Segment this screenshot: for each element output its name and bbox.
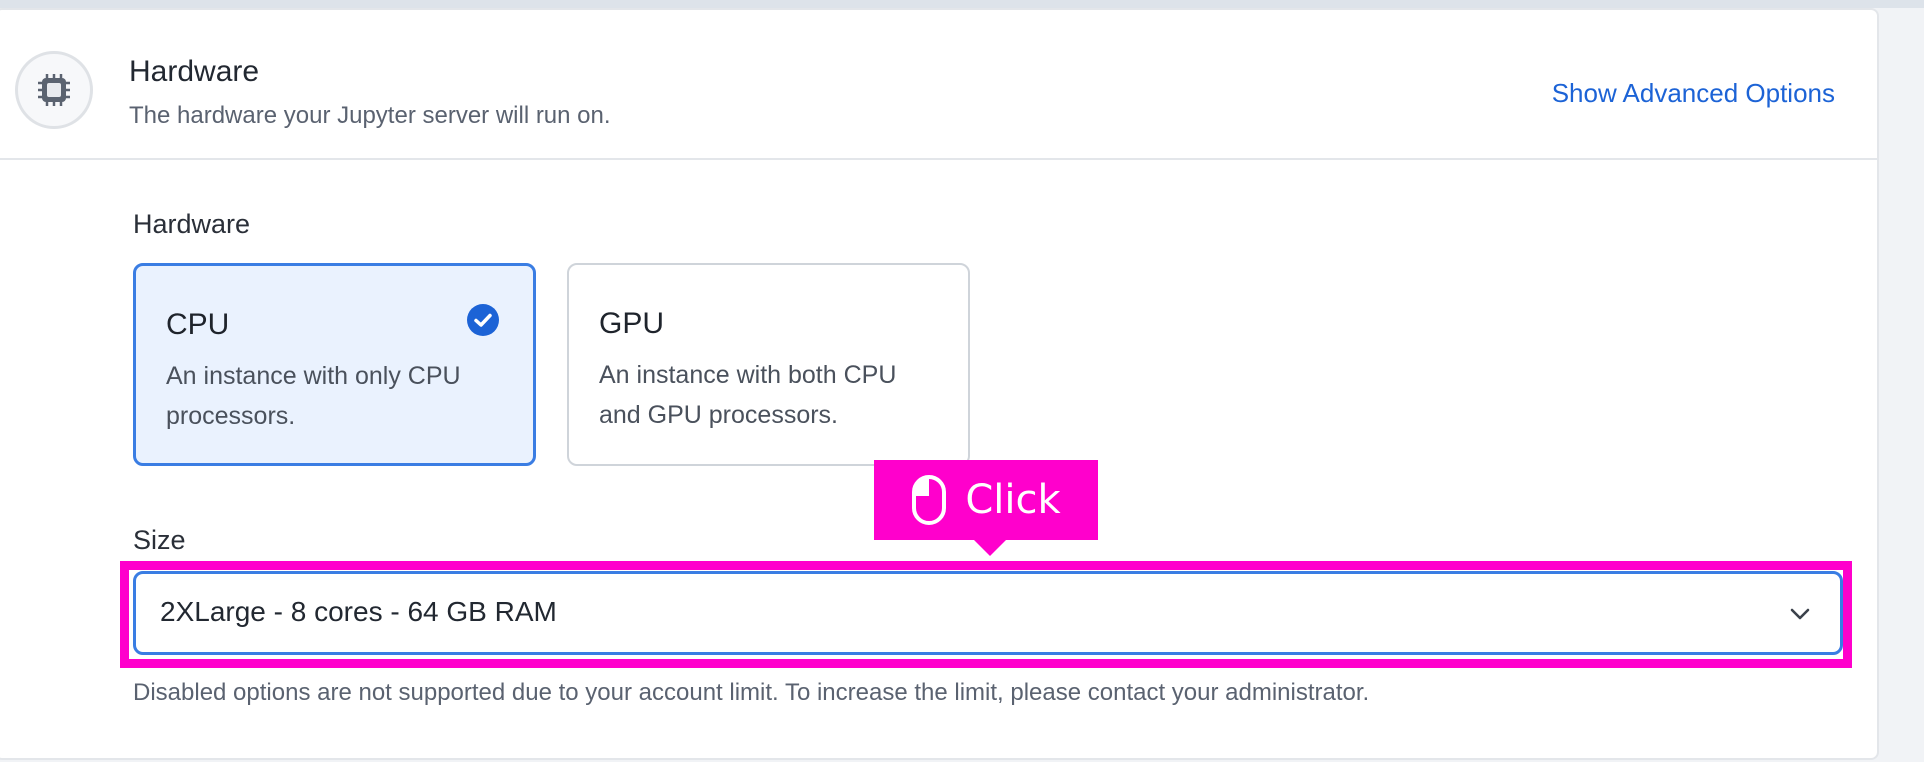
check-circle-icon xyxy=(467,304,499,336)
click-annotation-badge: Click xyxy=(874,460,1098,556)
mouse-icon xyxy=(912,475,947,525)
show-advanced-options-link[interactable]: Show Advanced Options xyxy=(1552,78,1835,109)
size-label: Size xyxy=(133,525,186,555)
size-helper-text: Disabled options are not supported due t… xyxy=(133,679,1370,706)
chevron-down-icon xyxy=(1790,608,1810,620)
section-subtitle: The hardware your Jupyter server will ru… xyxy=(129,102,611,129)
hardware-option-cpu[interactable]: CPU An instance with only CPU processors… xyxy=(133,263,536,466)
click-annotation-label: Click xyxy=(965,477,1061,523)
size-select[interactable]: 2XLarge - 8 cores - 64 GB RAM xyxy=(133,571,1843,655)
chip-icon xyxy=(15,51,93,129)
hardware-label: Hardware xyxy=(133,209,251,239)
option-title: GPU xyxy=(599,307,665,340)
size-selected-value: 2XLarge - 8 cores - 64 GB RAM xyxy=(160,596,557,627)
top-strip xyxy=(0,0,1924,8)
option-title: CPU xyxy=(166,308,230,341)
hardware-option-gpu[interactable]: GPU An instance with both CPU and GPU pr… xyxy=(567,263,970,466)
option-description: An instance with only CPU processors. xyxy=(166,362,461,430)
right-gutter xyxy=(1884,8,1924,762)
section-title: Hardware xyxy=(129,55,260,88)
card-header: Hardware The hardware your Jupyter serve… xyxy=(0,10,1877,160)
option-description: An instance with both CPU and GPU proces… xyxy=(599,361,897,429)
